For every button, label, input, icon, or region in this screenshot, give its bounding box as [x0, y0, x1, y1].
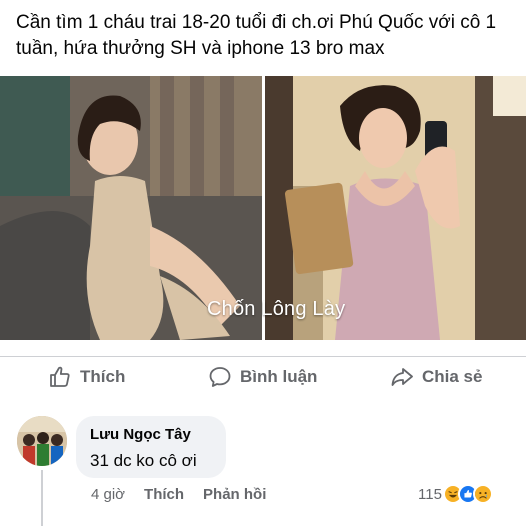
comment-author[interactable]: Lưu Ngọc Tây — [90, 425, 212, 445]
watermark: Chốn Lông Lày — [207, 298, 346, 320]
share-button-label: Chia sẻ — [422, 367, 483, 386]
comment-bubble: Lưu Ngọc Tây 31 dc ko cô ơi — [76, 416, 226, 478]
reaction-count: 115 — [418, 485, 442, 503]
post-caption: Cần tìm 1 cháu trai 18-20 tuổi đi ch.ơi … — [16, 12, 497, 59]
avatar[interactable] — [17, 416, 67, 466]
post-action-bar: Thích Bình luận Chia sẻ — [0, 356, 526, 398]
comment-meta: 4 giờ Thích Phản hồi — [91, 486, 285, 503]
comment-reply-button[interactable]: Phản hồi — [203, 486, 266, 503]
comment-button[interactable]: Bình luận — [208, 365, 317, 389]
comment-button-label: Bình luận — [240, 367, 318, 386]
sad-icon — [472, 484, 493, 504]
comment-time[interactable]: 4 giờ — [91, 486, 125, 503]
comment-icon — [209, 367, 231, 387]
like-button-label: Thích — [80, 367, 126, 386]
comment-reactions[interactable]: 115 — [418, 484, 493, 504]
share-button[interactable]: Chia sẻ — [390, 365, 482, 389]
comment-like-button[interactable]: Thích — [144, 486, 184, 503]
comment-text: 31 dc ko cô ơi — [90, 451, 197, 470]
share-icon — [391, 368, 413, 386]
thumbs-up-icon — [50, 366, 70, 387]
thread-line — [41, 470, 43, 526]
like-button[interactable]: Thích — [48, 365, 125, 389]
